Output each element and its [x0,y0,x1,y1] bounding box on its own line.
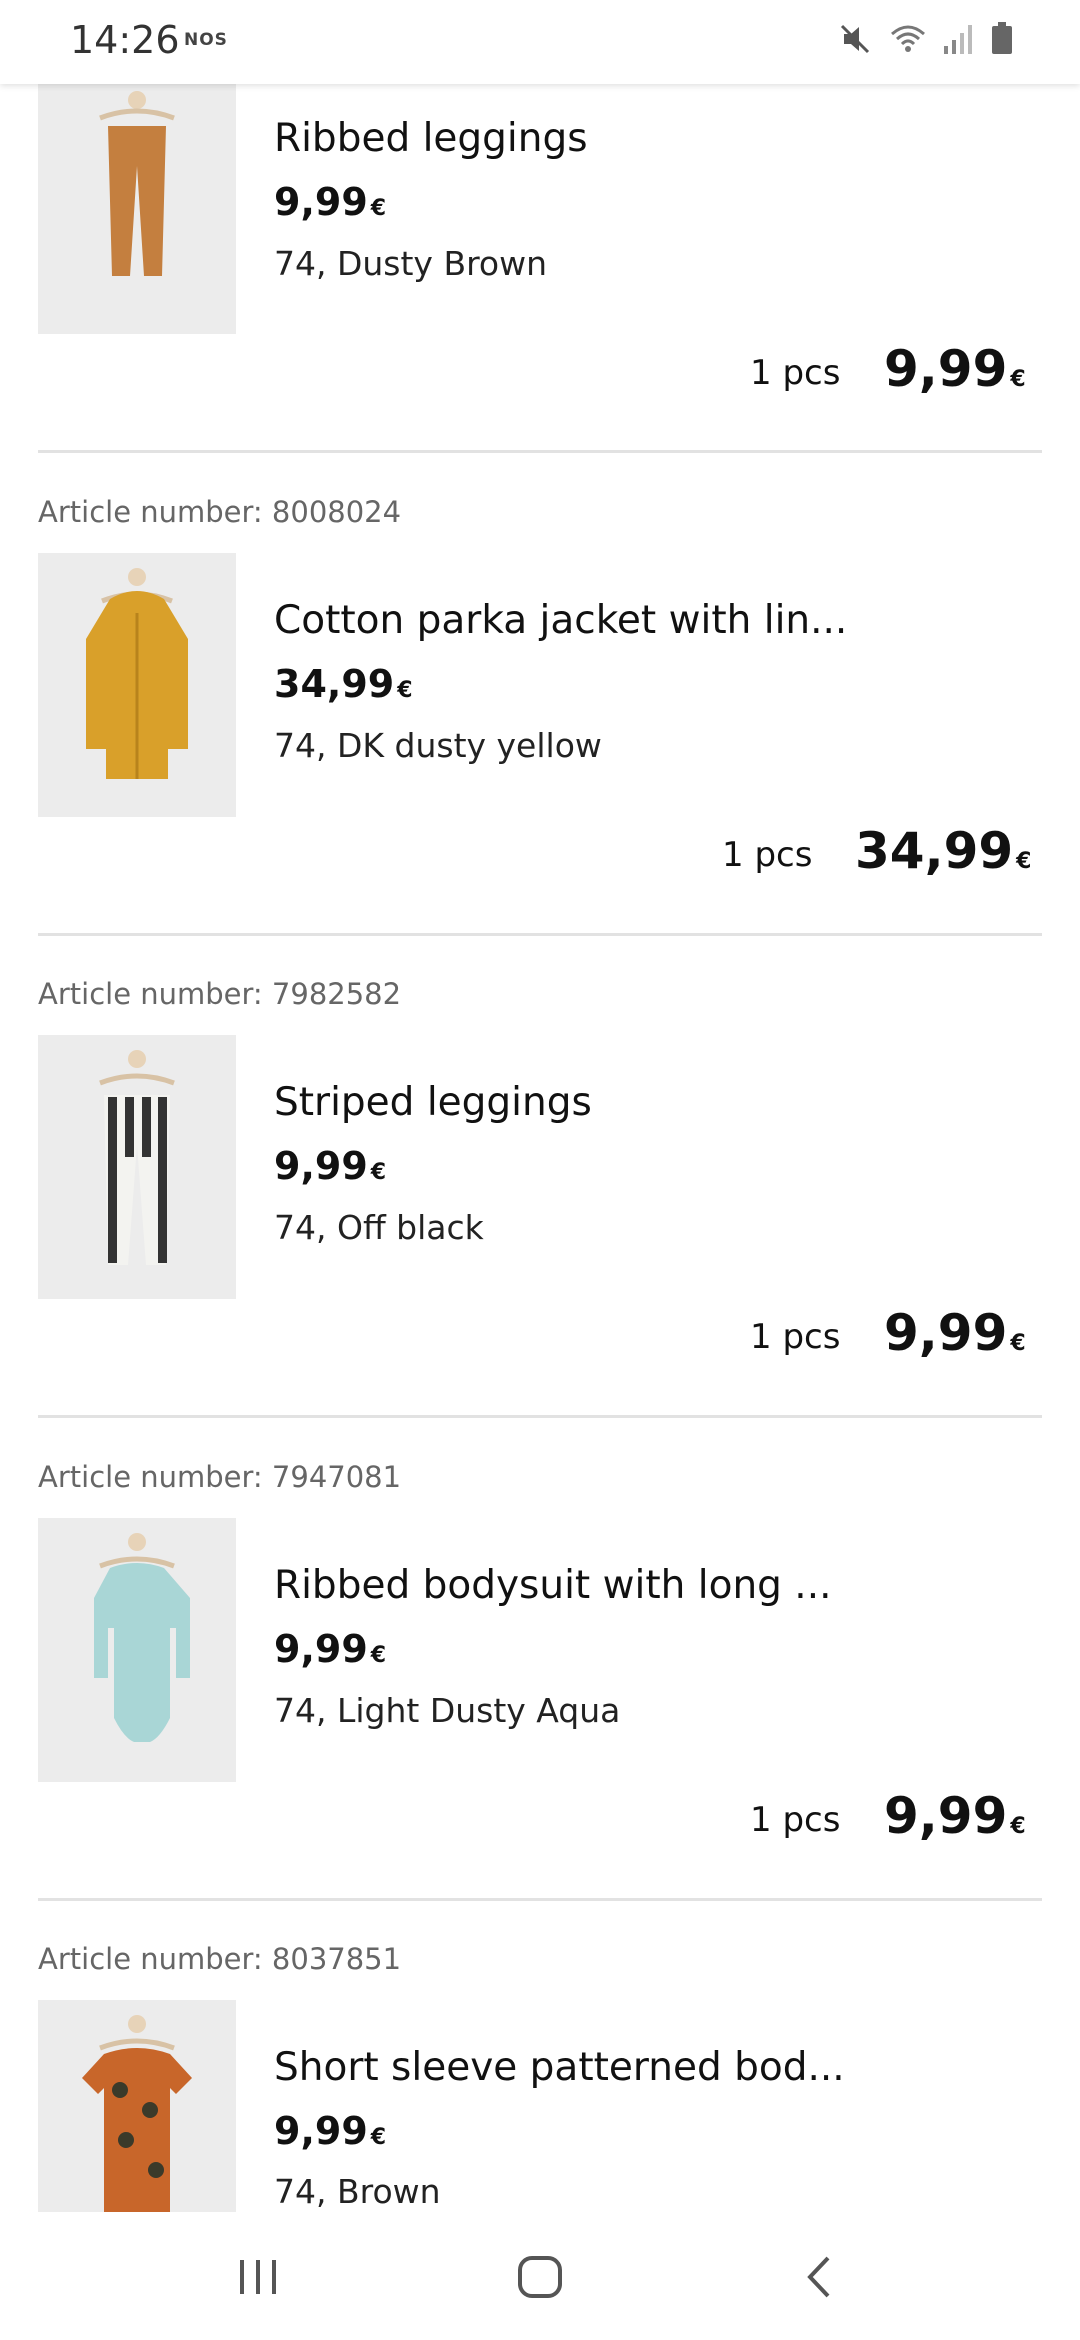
status-time: 14:26 [70,18,180,62]
unit-price: 9,99 € [274,180,387,224]
product-image[interactable] [38,1035,236,1299]
product-name[interactable]: Ribbed bodysuit with long ... [274,1563,832,1608]
product-image[interactable] [38,553,236,817]
unit-price: 9,99 € [274,1144,387,1188]
cart-screen: 14:26 NOS Ribbed leggings 9,99 € 74, Dus… [0,0,1080,2340]
product-variant: 74, Off black [274,1208,484,1247]
product-variant: 74, DK dusty yellow [274,726,602,765]
product-name[interactable]: Ribbed leggings [274,116,588,161]
product-variant: 74, Brown [274,2172,441,2211]
product-name[interactable]: Cotton parka jacket with lin... [274,598,847,643]
article-number: Article number: 7982582 [38,977,402,1011]
product-variant: 74, Dusty Brown [274,244,548,283]
recent-apps-icon[interactable] [228,2252,288,2302]
divider [38,450,1042,453]
line-total: 9,99 € [884,340,1026,398]
quantity[interactable]: 1 pcs [722,835,812,875]
parka-jacket-image [38,553,236,817]
product-image[interactable] [38,70,236,334]
divider [38,933,1042,936]
back-icon[interactable] [792,2252,852,2302]
home-icon[interactable] [510,2252,570,2302]
product-name[interactable]: Striped leggings [274,1080,592,1125]
product-name[interactable]: Short sleeve patterned bod... [274,2045,845,2090]
wifi-icon [888,20,928,62]
line-total: 9,99 € [884,1787,1026,1845]
striped-leggings-image [38,1035,236,1299]
status-carrier: NOS [184,30,228,50]
mute-icon [836,20,874,62]
product-image[interactable] [38,2000,236,2212]
line-total: 9,99 € [884,1304,1026,1362]
quantity[interactable]: 1 pcs [750,353,840,393]
status-bar: 14:26 NOS [0,0,1080,84]
unit-price: 9,99 € [274,1627,387,1671]
line-total: 34,99 € [855,822,1032,880]
divider [38,1898,1042,1901]
ribbed-leggings-image [38,70,236,334]
product-image[interactable] [38,1518,236,1782]
product-variant: 74, Light Dusty Aqua [274,1691,621,1730]
status-icons [836,20,1014,62]
patterned-bodysuit-image [38,2000,236,2212]
quantity[interactable]: 1 pcs [750,1317,840,1357]
signal-icon [942,20,976,62]
battery-icon [990,20,1014,62]
unit-price: 34,99 € [274,662,413,706]
ribbed-bodysuit-image [38,1518,236,1782]
divider [38,1415,1042,1418]
article-number: Article number: 8037851 [38,1942,402,1976]
navigation-bar [0,2212,1080,2340]
unit-price: 9,99 € [274,2109,387,2153]
article-number: Article number: 7947081 [38,1460,402,1494]
article-number: Article number: 8008024 [38,495,402,529]
quantity[interactable]: 1 pcs [750,1800,840,1840]
